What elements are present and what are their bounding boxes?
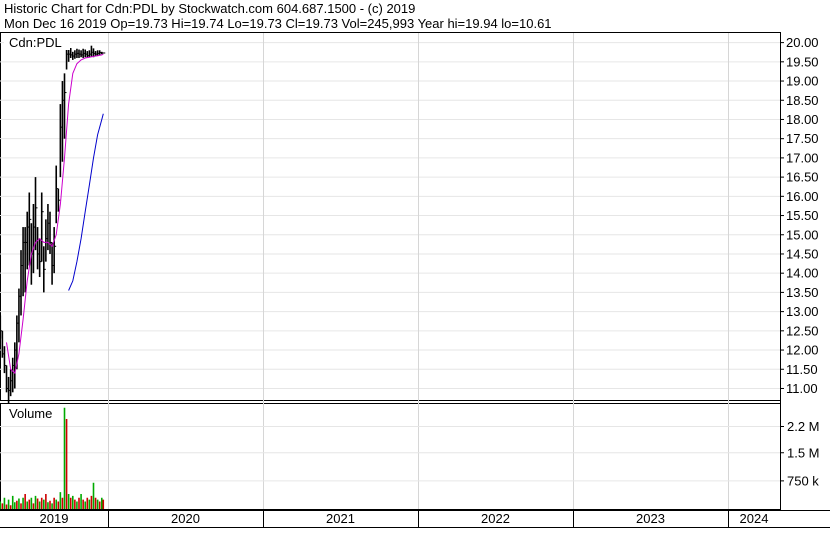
volume-bar: [7, 499, 10, 509]
price-tick-label: 12.00: [786, 343, 819, 358]
price-tick-label: 18.50: [786, 93, 819, 108]
volume-bar: [18, 498, 20, 509]
price-tick-label: 19.50: [786, 54, 819, 69]
volume-bar: [65, 419, 68, 509]
volume-bar: [102, 499, 105, 509]
volume-bar: [42, 499, 45, 509]
time-axis-year-labels: 2019 2020 2021 2022 2023 2024: [40, 510, 769, 527]
volume-bar: [69, 497, 72, 509]
price-tick-label: 14.50: [786, 246, 819, 261]
price-axis-tick-labels: 20.00 19.50 19.00 18.50 18.00 17.50 17.00 16.50…: [780, 35, 819, 396]
price-tick-label: 16.00: [786, 189, 819, 204]
volume-bar: [86, 497, 89, 509]
price-tick-label: 17.00: [786, 150, 819, 165]
volume-tick-label: 750 k: [787, 473, 819, 488]
volume-bar: [22, 497, 24, 509]
volume-bar: [53, 497, 55, 509]
volume-bar: [9, 505, 12, 509]
historic-stock-chart: 20.00 19.50 19.00 18.50 18.00 17.50 17.00 16.50…: [0, 32, 830, 528]
volume-bar: [59, 492, 62, 509]
volume-bar: [32, 503, 35, 509]
volume-bar: [88, 499, 91, 509]
volume-bar: [55, 499, 58, 509]
volume-bar: [80, 494, 82, 509]
price-tick-label: 14.00: [786, 266, 819, 281]
price-panel-frame: [0, 32, 781, 401]
volume-bar: [100, 497, 103, 509]
price-tick-label: 13.50: [786, 285, 819, 300]
volume-bar: [5, 504, 8, 509]
volume-bar: [67, 494, 70, 509]
volume-bar: [40, 497, 43, 509]
price-tick-label: 19.00: [786, 74, 819, 89]
volume-bar: [13, 502, 16, 509]
price-tick-label: 20.00: [786, 35, 819, 50]
year-label: 2023: [636, 511, 665, 526]
volume-bar: [71, 495, 74, 509]
volume-bar: [98, 501, 101, 509]
price-tick-label: 17.50: [786, 131, 819, 146]
volume-tick-label: 1.5 M: [787, 445, 820, 460]
volume-bar: [47, 502, 49, 509]
volume-bar: [11, 495, 14, 509]
price-tick-label: 15.50: [786, 208, 819, 223]
price-tick-label: 15.00: [786, 227, 819, 242]
volume-bar: [28, 499, 31, 509]
volume-axis-tick-labels: 2.2 M 1.5 M 750 k: [780, 419, 820, 488]
price-tick-label: 13.00: [786, 304, 819, 319]
volume-bar: [16, 500, 18, 509]
volume-bar: [30, 497, 33, 509]
volume-bar: [26, 501, 29, 509]
volume-bar: [20, 503, 22, 509]
price-panel-label: Cdn:PDL: [9, 35, 62, 50]
year-label: 2019: [40, 511, 69, 526]
year-label: 2020: [171, 511, 200, 526]
volume-bar: [38, 501, 41, 509]
volume-bar: [76, 501, 78, 509]
volume-bar: [96, 499, 99, 509]
price-tick-label: 12.50: [786, 323, 819, 338]
volume-tick-label: 2.2 M: [787, 419, 820, 434]
volume-bar: [51, 503, 53, 509]
volume-bar: [82, 499, 84, 509]
volume-bar: [3, 497, 6, 509]
volume-bar: [84, 501, 87, 509]
volume-bar: [94, 497, 97, 509]
price-tick-label: 11.00: [786, 381, 818, 396]
volume-bar: [78, 497, 80, 509]
volume-bar: [57, 501, 60, 509]
volume-bar: [36, 498, 39, 509]
year-label: 2022: [481, 511, 510, 526]
price-tick-label: 18.00: [786, 112, 819, 127]
year-label: 2024: [740, 511, 769, 526]
volume-bar: [45, 494, 47, 509]
volume-bar: [74, 499, 76, 509]
price-tick-label: 16.50: [786, 170, 819, 185]
volume-bar: [63, 407, 66, 509]
volume-bar: [61, 497, 64, 509]
volume-bar: [90, 495, 93, 509]
volume-panel-frame: [0, 403, 781, 510]
volume-bar: [34, 495, 37, 509]
volume-bar: [0, 501, 2, 509]
price-tick-label: 11.50: [786, 362, 818, 377]
volume-bar: [49, 500, 51, 509]
volume-bar: [1, 503, 4, 509]
year-label: 2021: [326, 511, 355, 526]
volume-bar: [92, 482, 95, 509]
volume-bar: [24, 494, 26, 509]
volume-panel-label: Volume: [9, 406, 52, 421]
